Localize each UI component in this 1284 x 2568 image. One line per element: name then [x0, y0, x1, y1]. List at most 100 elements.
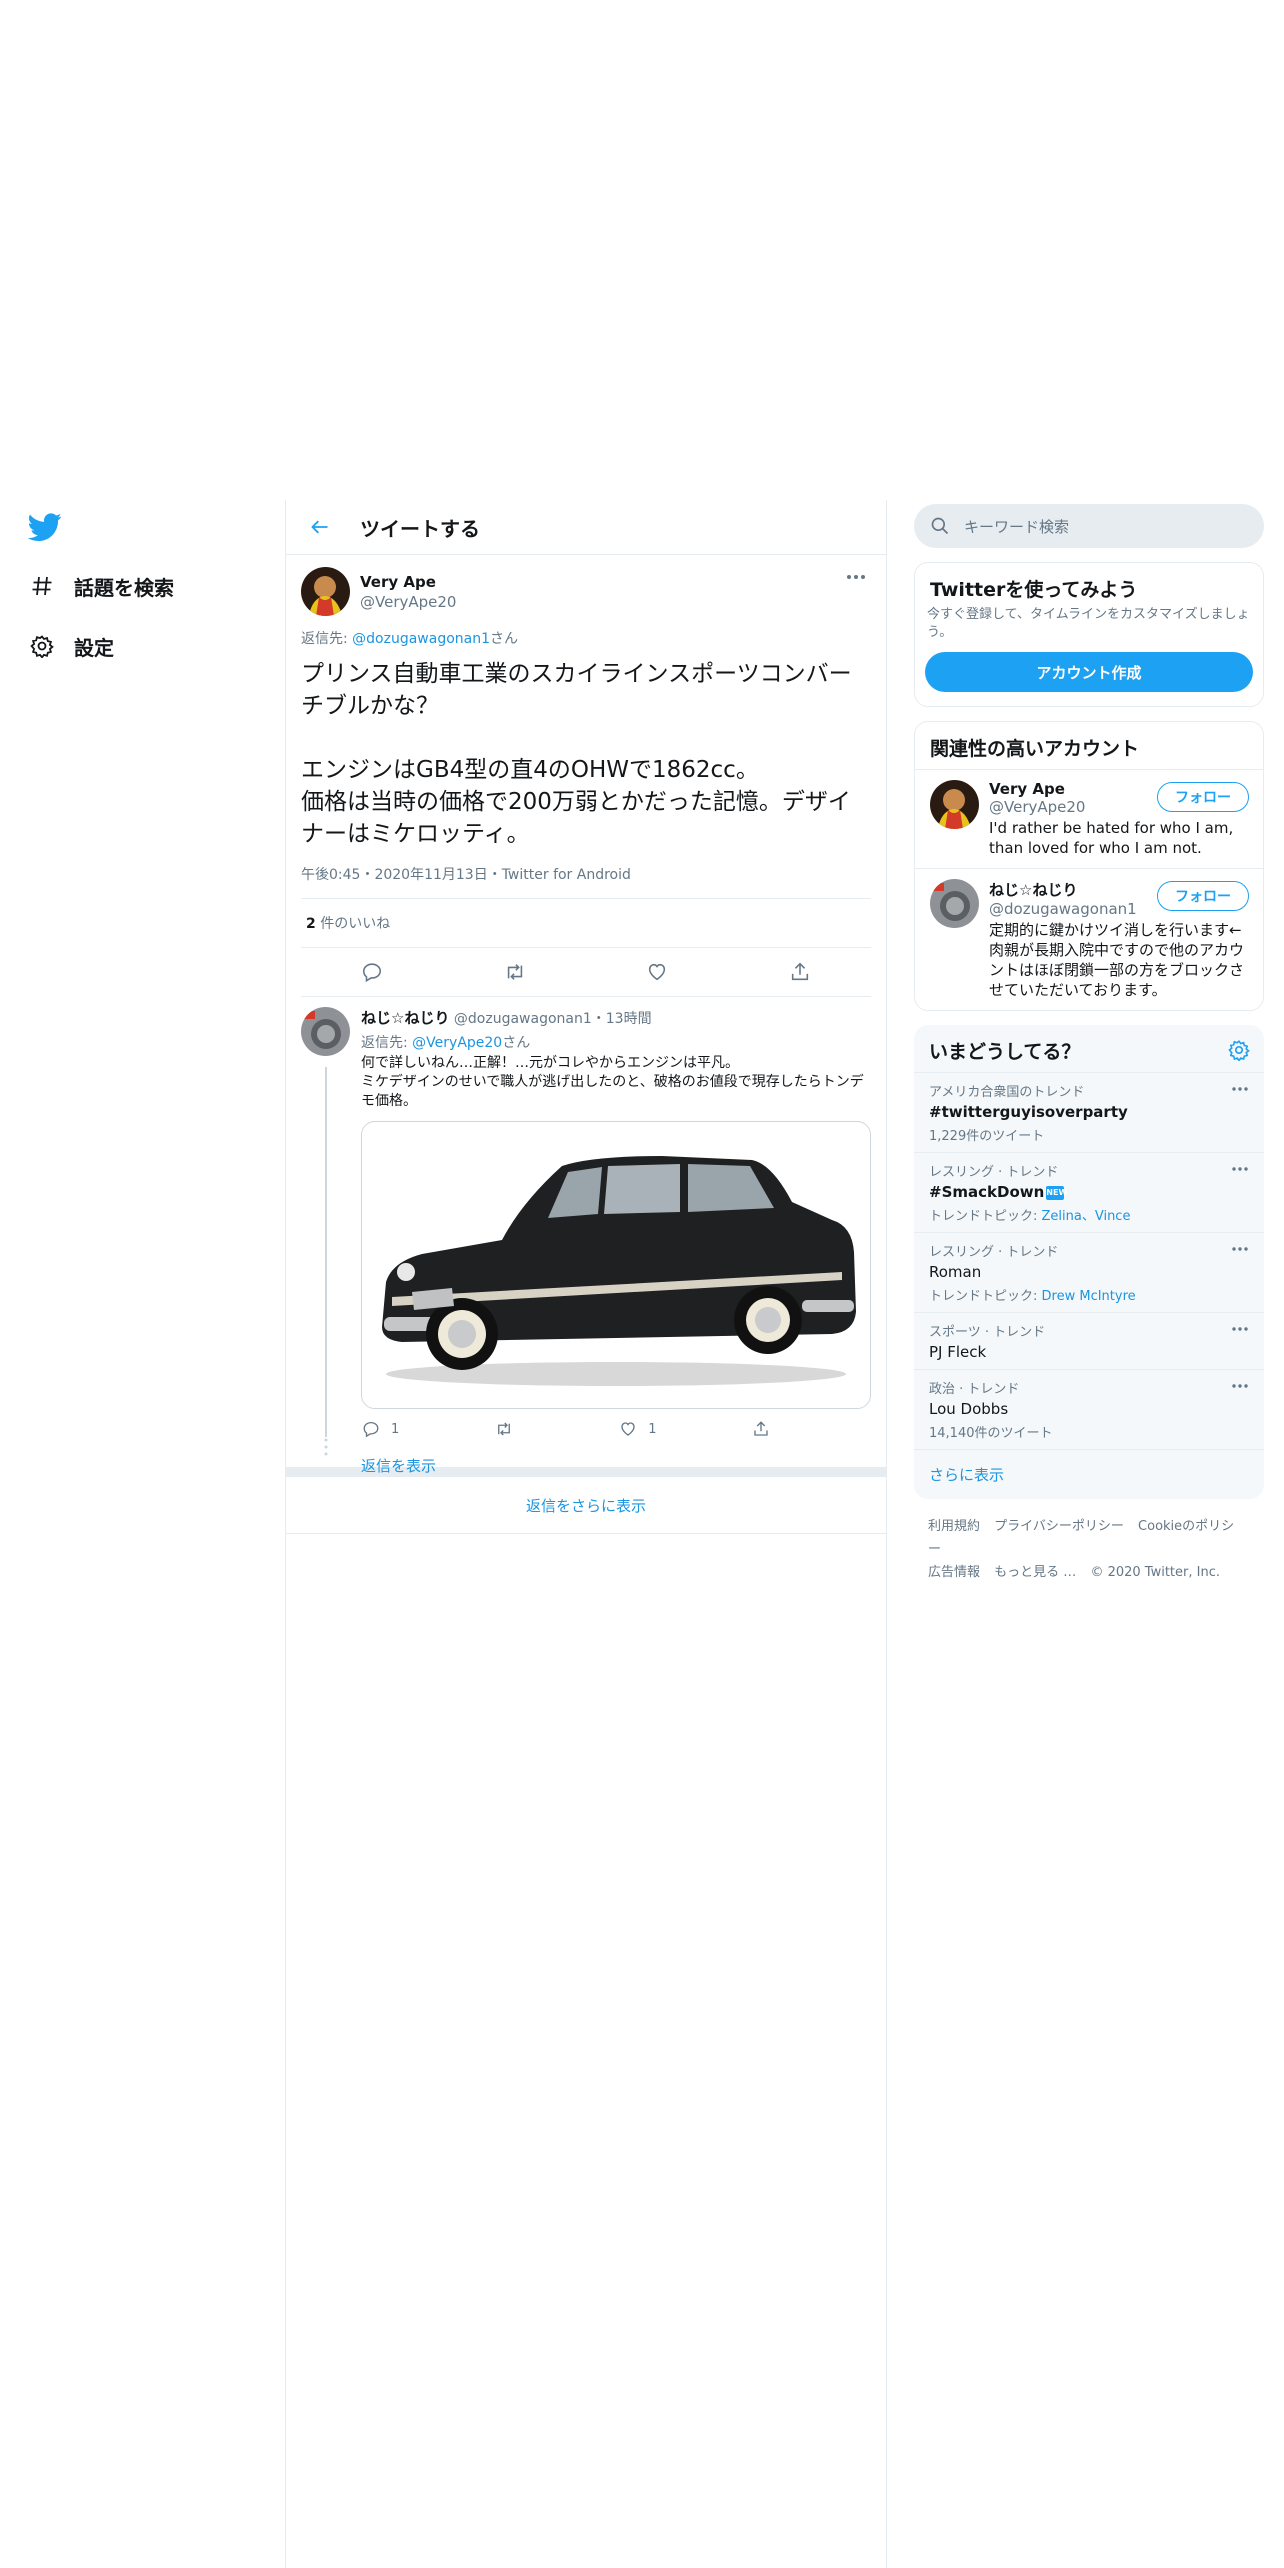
nav-item-settings[interactable]: 設定	[28, 626, 268, 666]
trend-item[interactable]: 政治 · トレンド Lou Dobbs 14,140件のツイート	[914, 1370, 1264, 1450]
tweet-timestamp[interactable]: 午後0:45・2020年11月13日・Twitter for Android	[301, 864, 871, 899]
reply-to-line: 返信先: @dozugawagonan1さん	[301, 631, 519, 647]
trend-name: PJ Fleck	[929, 1343, 987, 1361]
main-header: ツイートする	[286, 500, 886, 555]
reply-icon	[361, 1419, 381, 1439]
trend-item[interactable]: レスリング · トレンド Roman トレンドトピック: Drew McInty…	[914, 1233, 1264, 1313]
trend-tweet-count: 1,229件のツイート	[929, 1129, 1045, 1144]
gear-icon	[28, 632, 56, 660]
avatar[interactable]	[301, 567, 350, 616]
follow-button[interactable]: フォロー	[1157, 881, 1249, 911]
follow-button[interactable]: フォロー	[1157, 782, 1249, 812]
retweet-icon[interactable]	[502, 959, 528, 985]
left-nav: 話題を検索 設定	[28, 510, 268, 686]
avatar[interactable]	[930, 780, 979, 829]
footer-link[interactable]: 広告情報	[928, 1565, 980, 1580]
footer: 利用規約 プライバシーポリシー Cookieのポリシー 広告情報 もっと見る ……	[914, 1499, 1264, 1600]
retweet-icon	[494, 1419, 514, 1439]
signup-text: 今すぐ登録して、タイムラインをカスタマイズしましょう。	[927, 607, 1250, 640]
search-icon	[930, 516, 950, 536]
trend-topics: トレンドトピック: Zelina、Vince	[929, 1209, 1131, 1224]
trend-category: 政治 · トレンド	[929, 1382, 1020, 1397]
trend-item[interactable]: レスリング · トレンド #SmackDown NEW トレンドトピック: Zel…	[914, 1153, 1264, 1233]
account-bio: I'd rather be hated for who I am, than l…	[989, 819, 1234, 857]
trend-category: レスリング · トレンド	[929, 1245, 1059, 1260]
focused-tweet: Very Ape @VeryApe20 返信先: @dozugawagonan1…	[286, 555, 886, 997]
reply-text: 何で詳しいねん…正解！…元がコレやからエンジンは平凡。 ミケデザインのせいで職人…	[361, 1055, 864, 1109]
nav-item-label: 話題を検索	[74, 575, 174, 600]
more-options-icon[interactable]	[1231, 1325, 1249, 1333]
trend-name: Roman	[929, 1263, 982, 1281]
author-name[interactable]: ねじ☆ねじり	[361, 1009, 449, 1027]
share-icon[interactable]	[787, 959, 813, 985]
like-count: 1	[648, 1421, 657, 1437]
page-title: ツイートする	[360, 516, 480, 541]
share-button[interactable]	[751, 1419, 781, 1439]
reply-to-line: 返信先: @VeryApe20さん	[361, 1035, 531, 1051]
trend-name: #twitterguyisoverparty	[929, 1103, 1128, 1121]
show-more-trends-link[interactable]: さらに表示	[914, 1450, 1264, 1499]
relevant-title: 関連性の高いアカウント	[915, 722, 1263, 770]
reply-actions: 1 1	[361, 1419, 781, 1439]
car-photo[interactable]	[361, 1121, 871, 1409]
account-item[interactable]: Very Ape @VeryApe20 I'd rather be hated …	[915, 770, 1263, 869]
author-handle[interactable]: @dozugawagonan1	[454, 1011, 592, 1027]
signup-button[interactable]: アカウント作成	[925, 652, 1253, 692]
thread-line	[325, 1067, 327, 1437]
trend-item[interactable]: アメリカ合衆国のトレンド #twitterguyisoverparty 1,22…	[914, 1073, 1264, 1153]
more-options-icon[interactable]	[1231, 1085, 1249, 1093]
trend-category: スポーツ · トレンド	[929, 1325, 1046, 1340]
thread-dots-icon	[323, 1437, 329, 1457]
tweet-actions	[301, 948, 871, 997]
signup-card: Twitterを使ってみよう 今すぐ登録して、タイムラインをカスタマイズしましょ…	[914, 562, 1264, 707]
settings-gear-icon[interactable]	[1228, 1039, 1250, 1061]
trend-category: レスリング · トレンド	[929, 1165, 1059, 1180]
share-icon	[751, 1419, 771, 1439]
author-handle[interactable]: @VeryApe20	[360, 593, 456, 611]
reply-to-user-link[interactable]: @dozugawagonan1	[352, 631, 490, 647]
avatar[interactable]	[930, 879, 979, 928]
main-column: ツイートする Very Ape @VeryApe20 返信先: @dozugaw…	[285, 500, 887, 2568]
account-bio: 定期的に鍵かけツイ消しを行います←肉親が長期入院中ですので他のアカウントはほぼ閉…	[989, 921, 1245, 999]
trend-category: アメリカ合衆国のトレンド	[929, 1085, 1085, 1100]
avatar[interactable]	[301, 1007, 350, 1056]
reply-button[interactable]: 1	[361, 1419, 399, 1439]
more-options-icon[interactable]	[1231, 1245, 1249, 1253]
tweet-text: プリンス自動車工業のスカイラインスポーツコンバーチブルかな？ エンジンはGB4型…	[301, 661, 852, 847]
nav-item-label: 設定	[74, 635, 114, 660]
show-replies-link[interactable]: 返信を表示	[361, 1455, 871, 1476]
search-input[interactable]: キーワード検索	[914, 504, 1264, 548]
twitter-logo-icon[interactable]	[28, 510, 62, 544]
heart-icon[interactable]	[644, 959, 670, 985]
reply-time[interactable]: ・13時間	[592, 1011, 652, 1027]
trend-topic-link[interactable]: Drew McIntyre	[1042, 1289, 1136, 1304]
retweet-button[interactable]	[494, 1419, 524, 1439]
nav-item-explore[interactable]: 話題を検索	[28, 566, 268, 606]
trends-card: いまどうしてる？ アメリカ合衆国のトレンド #twitterguyisoverp…	[914, 1025, 1264, 1499]
footer-link[interactable]: もっと見る …	[994, 1565, 1076, 1580]
trend-name: #SmackDown NEW	[929, 1183, 1068, 1201]
heart-icon	[618, 1419, 638, 1439]
like-button[interactable]: 1	[618, 1419, 657, 1439]
author-name[interactable]: Very Ape	[360, 573, 456, 591]
trend-name: Lou Dobbs	[929, 1400, 1009, 1418]
trend-topic-link[interactable]: Zelina、Vince	[1042, 1209, 1131, 1224]
show-more-replies-button[interactable]: 返信をさらに表示	[286, 1477, 886, 1534]
footer-link[interactable]: プライバシーポリシー	[994, 1519, 1124, 1534]
footer-link[interactable]: 利用規約	[928, 1519, 980, 1534]
trend-topics: トレンドトピック: Drew McIntyre	[929, 1289, 1136, 1304]
more-options-icon[interactable]	[1231, 1165, 1249, 1173]
more-options-icon[interactable]	[844, 571, 868, 583]
reply-count: 1	[391, 1421, 400, 1437]
trend-item[interactable]: スポーツ · トレンド PJ Fleck	[914, 1313, 1264, 1370]
reply-icon[interactable]	[359, 959, 385, 985]
right-sidebar: キーワード検索 Twitterを使ってみよう 今すぐ登録して、タイムラインをカス…	[914, 504, 1264, 1600]
account-item[interactable]: ねじ☆ねじり @dozugawagonan1 定期的に鍵かけツイ消しを行います←…	[915, 869, 1263, 1010]
search-placeholder: キーワード検索	[964, 517, 1070, 536]
new-badge-icon: NEW	[1046, 1185, 1067, 1200]
relevant-accounts-card: 関連性の高いアカウント Very Ape @VeryApe20 I'd rath…	[914, 721, 1264, 1011]
reply-to-user-link[interactable]: @VeryApe20	[412, 1035, 502, 1051]
back-arrow-icon[interactable]	[300, 507, 340, 547]
likes-count[interactable]: 2 件のいいね	[301, 899, 871, 948]
more-options-icon[interactable]	[1231, 1382, 1249, 1390]
